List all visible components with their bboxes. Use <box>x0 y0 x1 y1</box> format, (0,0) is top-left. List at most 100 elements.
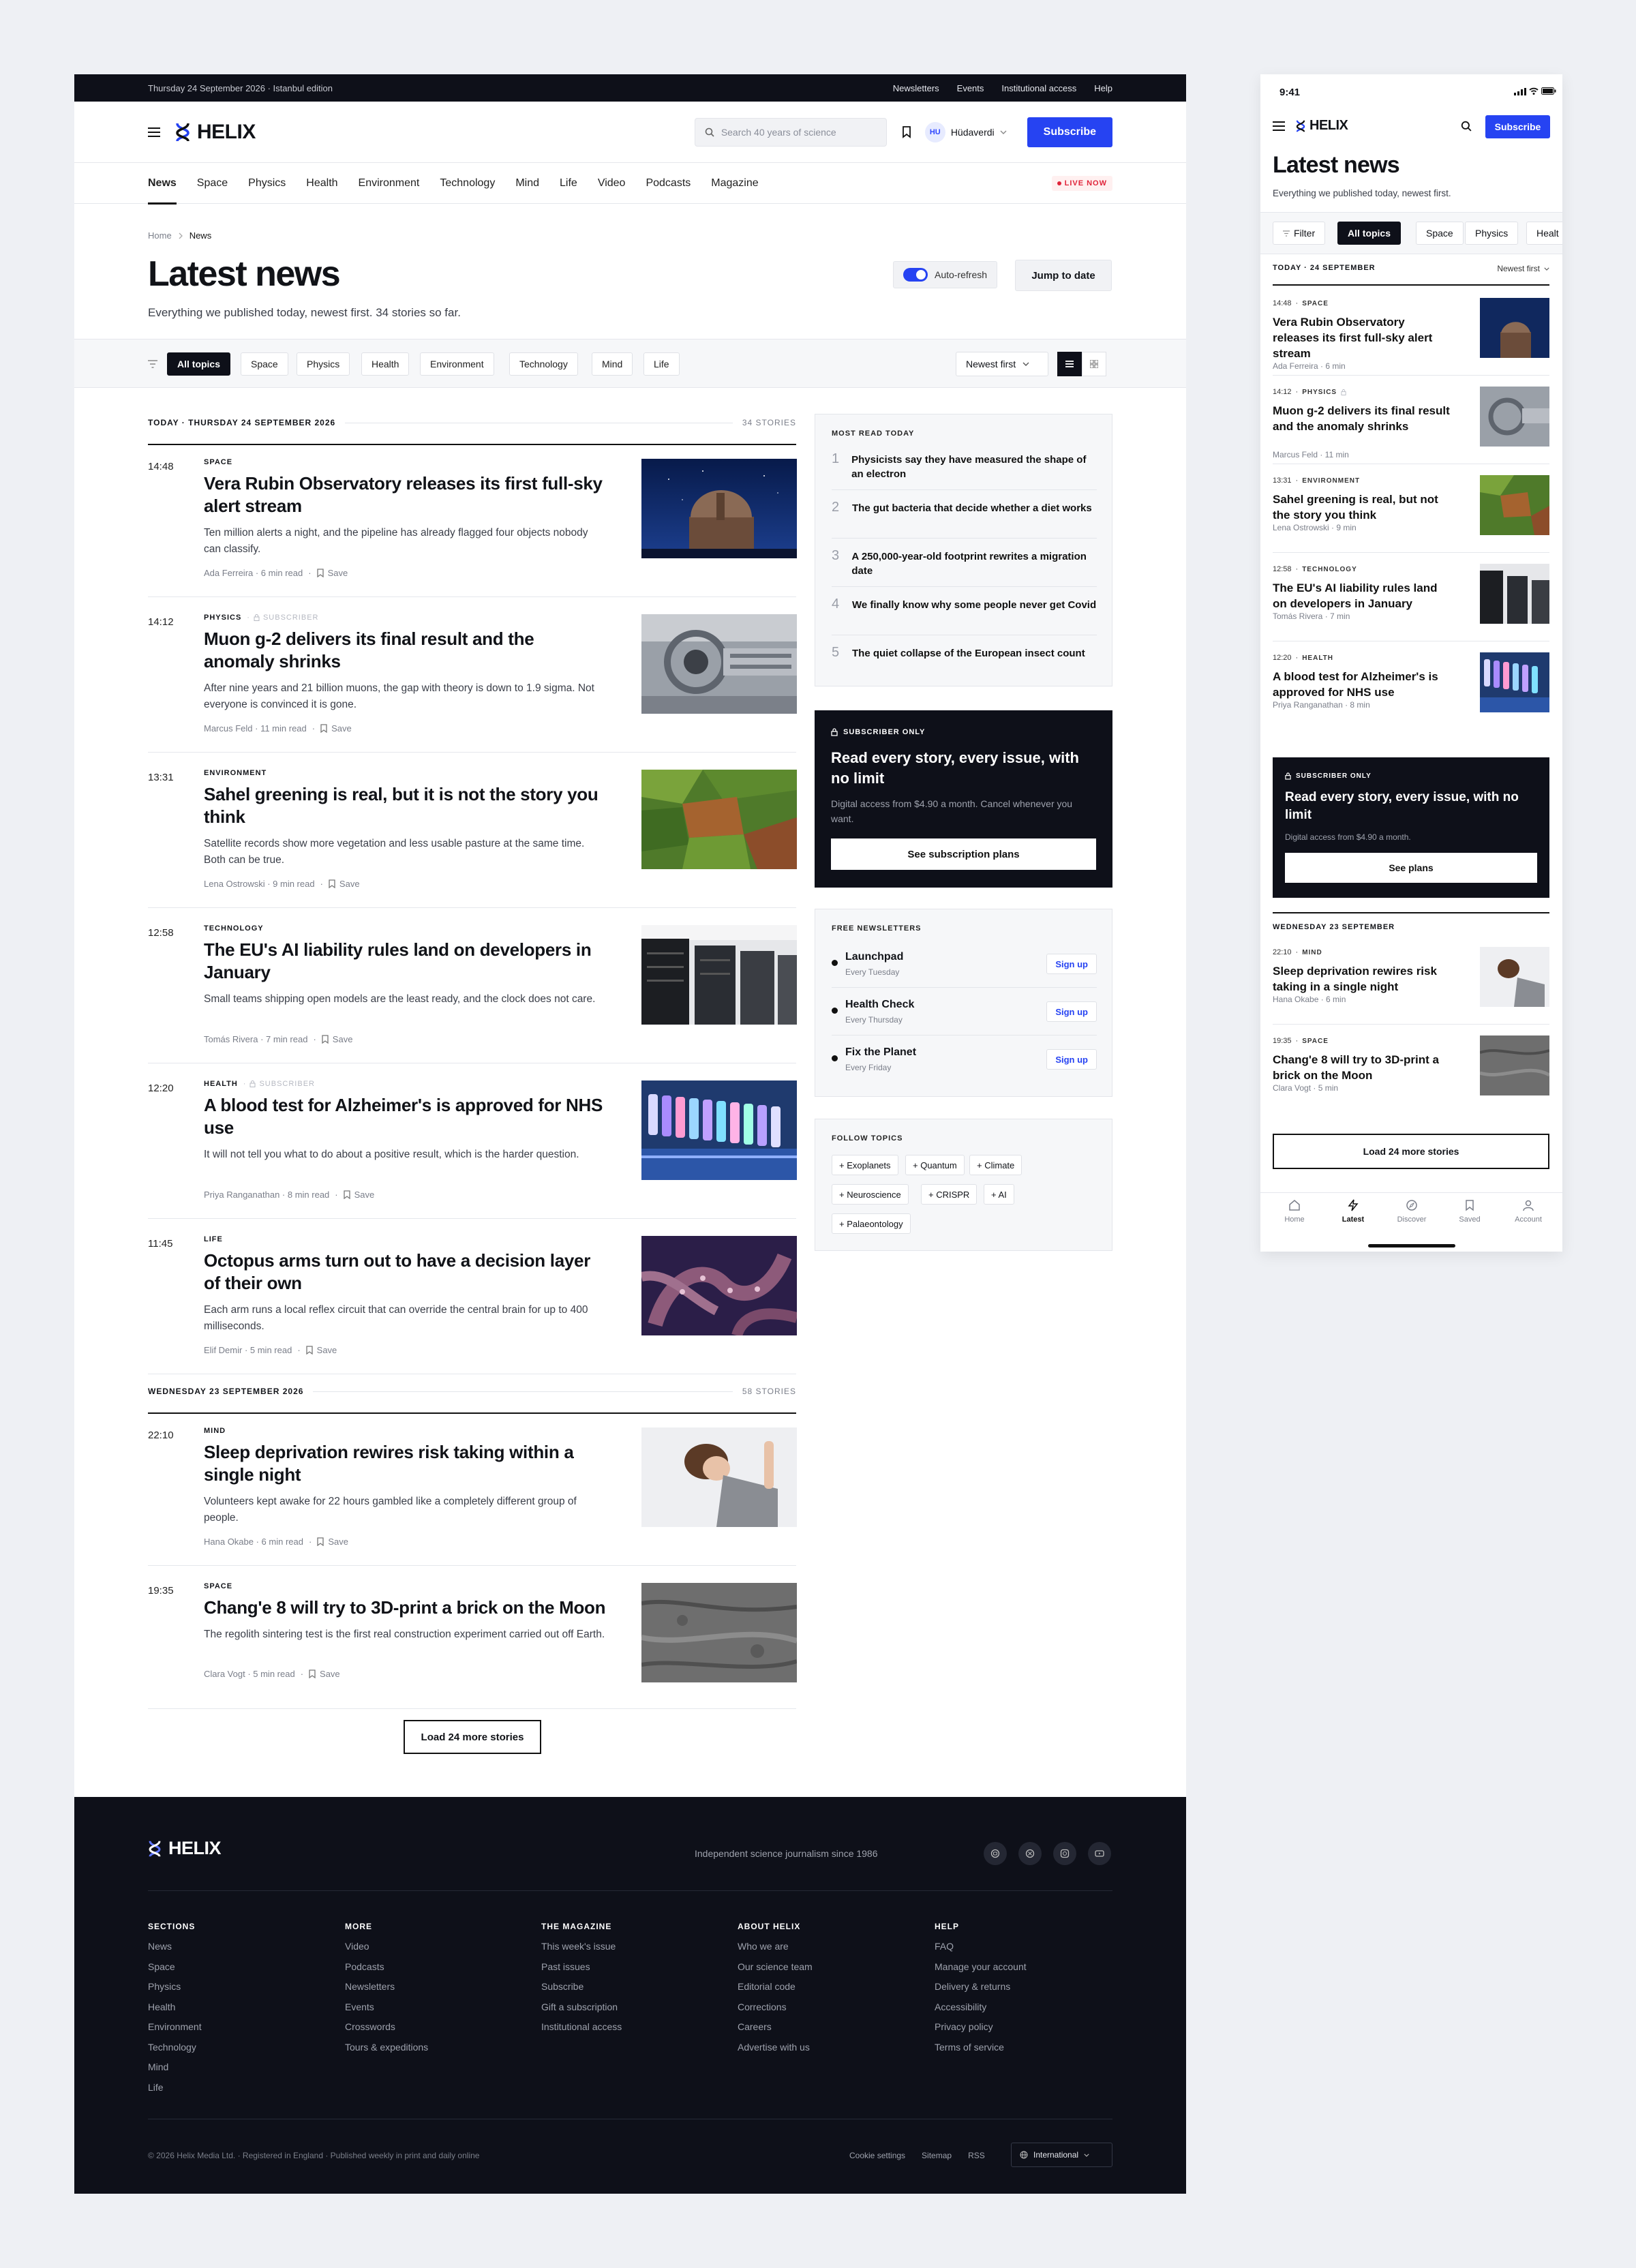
sort-select[interactable]: Newest first <box>956 352 1048 376</box>
filter-space[interactable]: Space <box>241 352 288 376</box>
most-read-item[interactable]: 1 Physicists say they have measured the s… <box>832 451 1097 490</box>
nav-technology[interactable]: Technology <box>440 163 495 204</box>
story-headline[interactable]: Muon g-2 delivers its final result and t… <box>204 628 606 673</box>
story-item[interactable]: 22:10 · MIND Sleep deprivation rewires ris… <box>1273 941 1549 1025</box>
filter-icon[interactable] <box>148 360 157 368</box>
filter-space[interactable]: Space <box>1416 222 1464 245</box>
story-image-sahel-fields[interactable] <box>1480 475 1549 535</box>
footer-link[interactable]: Privacy policy <box>935 2021 1027 2042</box>
footer-link[interactable]: Physics <box>148 1981 202 2001</box>
story-headline[interactable]: A blood test for Alzheimer's is approved… <box>204 1094 606 1139</box>
tab-discover[interactable]: Discover <box>1382 1199 1442 1224</box>
story-headline[interactable]: Sahel greening is real, but not the stor… <box>1273 492 1450 523</box>
save-button[interactable]: Save <box>317 1537 348 1547</box>
save-button[interactable]: Save <box>309 1669 340 1679</box>
nav-podcasts[interactable]: Podcasts <box>646 163 691 204</box>
jump-to-date-button[interactable]: Jump to date <box>1015 260 1112 291</box>
link-institutional-access[interactable]: Institutional access <box>1001 83 1076 93</box>
footer-link[interactable]: Technology <box>148 2042 202 2062</box>
footer-link[interactable]: Careers <box>738 2021 813 2042</box>
story-image-blood-vials[interactable] <box>1480 652 1549 712</box>
list-view-button[interactable] <box>1057 352 1082 376</box>
most-read-item[interactable]: 2 The gut bacteria that decide whether a … <box>832 500 1097 539</box>
region-select[interactable]: International <box>1011 2143 1112 2167</box>
story-headline[interactable]: Vera Rubin Observatory releases its firs… <box>204 472 606 517</box>
story-image-sahel-fields[interactable] <box>641 770 797 869</box>
social-mastodon-icon[interactable] <box>984 1842 1007 1865</box>
tab-saved[interactable]: Saved <box>1440 1199 1500 1224</box>
link-events[interactable]: Events <box>957 83 984 93</box>
story-image-sleeping-person[interactable] <box>641 1427 797 1527</box>
story-headline[interactable]: Sahel greening is real, but it is not th… <box>204 783 606 828</box>
story-image-octopus[interactable] <box>641 1236 797 1335</box>
footer-link[interactable]: Terms of service <box>935 2042 1027 2062</box>
grid-view-button[interactable] <box>1082 352 1106 376</box>
filter-health[interactable]: Healt <box>1526 222 1562 245</box>
footer-link[interactable]: Gift a subscription <box>541 2001 622 2022</box>
story-headline[interactable]: Sleep deprivation rewires risk taking in… <box>1273 963 1450 995</box>
menu-icon[interactable] <box>1273 121 1285 131</box>
subscribe-button[interactable]: Subscribe <box>1485 115 1550 138</box>
story-image-sleeping-person[interactable] <box>1480 947 1549 1007</box>
helix-logo[interactable]: HELIX <box>1296 118 1348 134</box>
story-item[interactable]: 14:48 · SPACE Vera Rubin Observatory relea… <box>1273 292 1549 376</box>
filter-physics[interactable]: Physics <box>1465 222 1519 245</box>
link-newsletters[interactable]: Newsletters <box>893 83 939 93</box>
signup-button[interactable]: Sign up <box>1046 1049 1097 1070</box>
footer-link[interactable]: News <box>148 1941 202 1961</box>
story-image-observatory[interactable] <box>641 459 797 558</box>
story-headline[interactable]: The EU's AI liability rules land on deve… <box>204 939 606 984</box>
story-headline[interactable]: Vera Rubin Observatory releases its firs… <box>1273 314 1450 361</box>
filter-all-topics[interactable]: All topics <box>1337 222 1402 245</box>
filter-physics[interactable]: Physics <box>297 352 350 376</box>
story-item[interactable]: 14:48 SPACE Vera Rubin Observatory relea… <box>148 453 797 597</box>
story-item[interactable]: 22:10 MIND Sleep deprivation rewires ris… <box>148 1422 797 1566</box>
topic-tag[interactable]: + AI <box>984 1184 1014 1205</box>
tab-account[interactable]: Account <box>1498 1199 1558 1224</box>
footer-link[interactable]: Accessibility <box>935 2001 1027 2022</box>
story-headline[interactable]: Sleep deprivation rewires risk taking wi… <box>204 1441 606 1486</box>
save-button[interactable]: Save <box>322 1034 352 1044</box>
story-headline[interactable]: Chang'e 8 will try to 3D-print a brick o… <box>1273 1052 1450 1083</box>
footer-link[interactable]: Delivery & returns <box>935 1981 1027 2001</box>
tab-home[interactable]: Home <box>1264 1199 1324 1224</box>
story-item[interactable]: 14:12 · PHYSICS Muon g-2 delivers its fina… <box>1273 381 1549 464</box>
footer-link[interactable]: Corrections <box>738 2001 813 2022</box>
footer-link[interactable]: Who we are <box>738 1941 813 1961</box>
social-youtube-icon[interactable] <box>1088 1842 1111 1865</box>
social-instagram-icon[interactable] <box>1053 1842 1076 1865</box>
story-item[interactable]: 19:35 · SPACE Chang'e 8 will try to 3D-pri… <box>1273 1030 1549 1113</box>
nav-health[interactable]: Health <box>306 163 337 204</box>
topic-tag[interactable]: + Palaeontology <box>832 1213 911 1234</box>
story-item[interactable]: 14:12 PHYSICS · SUBSCRIBER Muon g-2 delive… <box>148 609 797 753</box>
nav-environment[interactable]: Environment <box>359 163 420 204</box>
nav-news[interactable]: News <box>148 163 177 205</box>
breadcrumb-home[interactable]: Home <box>148 230 172 241</box>
social-x-icon[interactable] <box>1018 1842 1042 1865</box>
footer-link[interactable]: Health <box>148 2001 202 2022</box>
topic-tag[interactable]: + CRISPR <box>921 1184 978 1205</box>
footer-link[interactable]: This week's issue <box>541 1941 622 1961</box>
footer-link[interactable]: FAQ <box>935 1941 1027 1961</box>
load-more-button[interactable]: Load 24 more stories <box>404 1720 541 1754</box>
story-item[interactable]: 11:45 LIFE Octopus arms turn out to have… <box>148 1230 797 1374</box>
footer-link[interactable]: Our science team <box>738 1961 813 1982</box>
story-image-lunar-regolith[interactable] <box>1480 1035 1549 1095</box>
story-headline[interactable]: Chang'e 8 will try to 3D-print a brick o… <box>204 1597 606 1619</box>
tab-latest[interactable]: Latest <box>1323 1199 1383 1224</box>
topic-tag[interactable]: + Climate <box>969 1155 1022 1175</box>
story-headline[interactable]: A blood test for Alzheimer's is approved… <box>1273 669 1450 700</box>
nav-magazine[interactable]: Magazine <box>711 163 758 204</box>
story-image-lunar-regolith[interactable] <box>641 1583 797 1682</box>
story-image-muon-lab[interactable] <box>641 614 797 714</box>
nav-life[interactable]: Life <box>560 163 577 204</box>
toggle-switch[interactable] <box>903 268 928 282</box>
subscribe-button[interactable]: Subscribe <box>1027 117 1112 147</box>
filter-life[interactable]: Life <box>643 352 680 376</box>
footer-link[interactable]: Space <box>148 1961 202 1982</box>
save-button[interactable]: Save <box>316 568 348 578</box>
story-item[interactable]: 13:31 ENVIRONMENT Sahel greening is real… <box>148 764 797 908</box>
footer-link[interactable]: Subscribe <box>541 1981 622 2001</box>
rss-link[interactable]: RSS <box>968 2151 985 2160</box>
footer-link[interactable]: Events <box>345 2001 428 2022</box>
